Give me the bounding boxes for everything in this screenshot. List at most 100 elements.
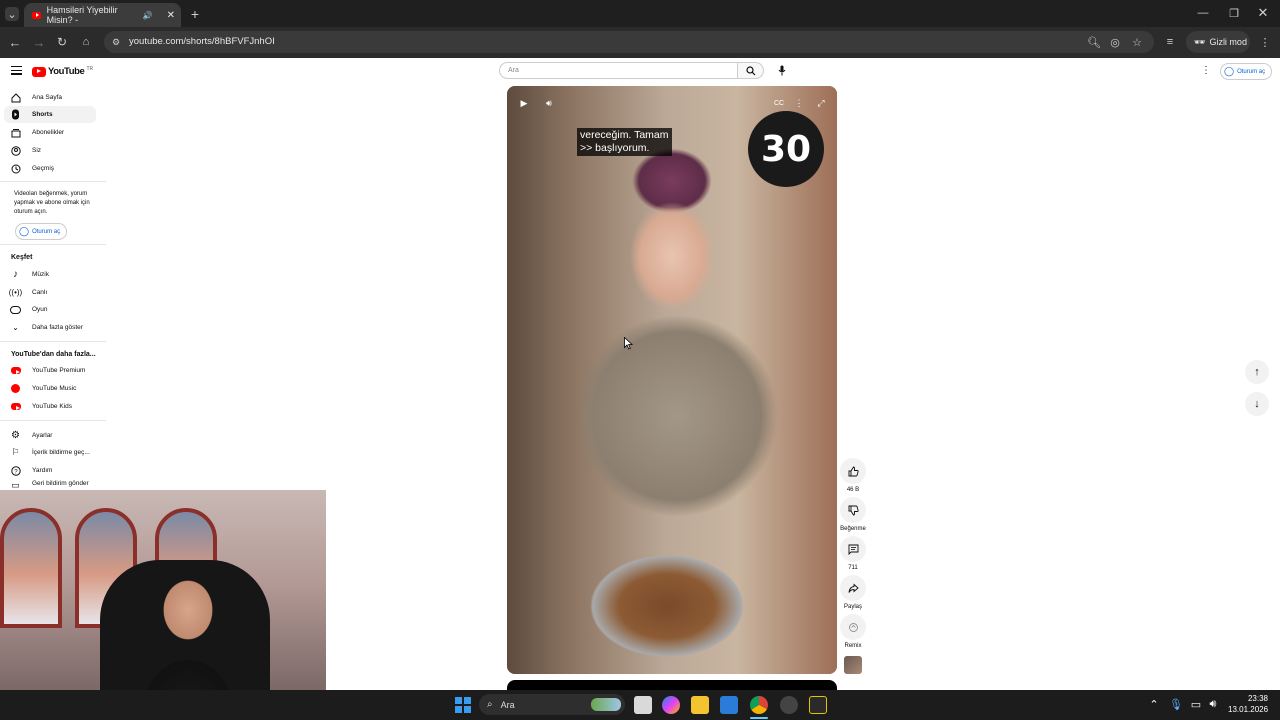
sidebar-item-history[interactable]: Geçmiş: [4, 160, 96, 177]
like-button[interactable]: 46 B: [840, 458, 866, 493]
sidebar-item-music[interactable]: ♪ Müzik: [4, 266, 96, 283]
remix-icon: [840, 614, 866, 640]
sidebar-divider: [0, 420, 106, 421]
restore-icon[interactable]: ❐: [1227, 6, 1241, 20]
youtube-kids-icon: [10, 401, 21, 412]
volume-icon[interactable]: 🔊︎: [540, 94, 558, 112]
task-view-icon[interactable]: [634, 696, 652, 714]
home-icon: [10, 92, 21, 103]
sidebar-item-you[interactable]: Siz: [4, 142, 96, 159]
remix-button[interactable]: Remix: [840, 614, 866, 649]
sidebar-item-report-history[interactable]: ⚐ İçerik bildirme geç...: [4, 444, 96, 461]
signin-button-header[interactable]: ◯ Oturum aç: [1220, 63, 1273, 80]
share-button[interactable]: Paylaş: [840, 575, 866, 610]
new-tab-icon[interactable]: +: [188, 6, 202, 22]
youtube-favicon-icon: [32, 11, 41, 19]
sidebar-item-label: Yardım: [32, 467, 53, 474]
home-button-icon[interactable]: ⌂: [79, 35, 93, 49]
sidebar-item-settings[interactable]: ⚙ Ayarlar: [4, 427, 96, 444]
incognito-badge[interactable]: 🕶︎ Gizli mod: [1186, 31, 1250, 53]
sidebar-item-label: Siz: [32, 147, 42, 154]
live-icon: ((•)): [8, 288, 23, 297]
streamer-webcam-overlay: [0, 490, 326, 720]
zoom-icon[interactable]: 🔍︎: [1087, 35, 1101, 49]
bookmark-star-icon[interactable]: ☆: [1130, 35, 1144, 49]
search-highlight-image: [591, 698, 621, 711]
sidebar-item-subscriptions[interactable]: Abonelikler: [4, 124, 96, 141]
taskbar-search-label: Ara: [500, 699, 515, 710]
fullscreen-icon[interactable]: ⤢: [812, 94, 830, 112]
sidebar-item-youtube-music[interactable]: YouTube Music: [4, 380, 96, 397]
comments-button[interactable]: 711: [840, 536, 866, 571]
copilot-icon[interactable]: [662, 696, 680, 714]
dislike-button[interactable]: Beğenme: [840, 497, 866, 532]
previous-short-button[interactable]: ↑: [1245, 360, 1269, 384]
sound-thumbnail[interactable]: [844, 656, 862, 674]
mic-tray-icon[interactable]: 🎙︎: [1169, 698, 1183, 711]
comment-icon: [840, 536, 866, 562]
taskbar-search[interactable]: ⌕ Ara: [479, 694, 625, 715]
close-window-icon[interactable]: ✕: [1256, 5, 1270, 20]
sidebar-item-show-more[interactable]: ⌄ Daha fazla göster: [4, 319, 96, 336]
eye-off-icon[interactable]: ◎: [1108, 35, 1122, 49]
site-info-icon[interactable]: ⚙: [110, 35, 122, 49]
youtube-logo-icon: [32, 66, 46, 77]
voice-search-button[interactable]: [774, 62, 790, 79]
sidebar-item-home[interactable]: Ana Sayfa: [4, 89, 96, 106]
sidebar-item-youtube-premium[interactable]: YouTube Premium: [4, 362, 96, 379]
sidebar-item-label: Müzik: [32, 271, 49, 278]
incognito-label: Gizli mod: [1209, 37, 1247, 47]
browser-menu-icon[interactable]: ⋮: [1259, 35, 1271, 49]
network-icon[interactable]: ▭: [1190, 698, 1202, 711]
microsoft-store-icon[interactable]: [720, 696, 738, 714]
sidebar-item-live[interactable]: ((•)) Canlı: [4, 284, 96, 301]
browser-tab-active[interactable]: Hamsileri Yiyebilir Misin? - 🔊 ✕: [24, 3, 181, 27]
close-tab-icon[interactable]: ✕: [167, 10, 175, 21]
sidebar-signin-button[interactable]: ◯ Oturum aç: [15, 223, 68, 240]
sidebar-divider: [0, 244, 106, 245]
thumbs-up-icon: [840, 458, 866, 484]
media-control-icon[interactable]: ≡: [1163, 35, 1177, 49]
speaker-icon[interactable]: 🔊: [143, 11, 153, 20]
file-explorer-icon[interactable]: [691, 696, 709, 714]
sidebar-item-label: Shorts: [32, 111, 53, 118]
tab-search-icon[interactable]: ⌄: [5, 7, 19, 21]
sidebar-item-youtube-kids[interactable]: YouTube Kids: [4, 398, 96, 415]
back-icon[interactable]: ←: [8, 35, 22, 50]
clock-time: 23:38: [1247, 694, 1268, 703]
search-button[interactable]: [738, 62, 764, 79]
tray-chevron-up-icon[interactable]: ⌃: [1148, 698, 1160, 711]
chrome-icon[interactable]: [750, 696, 768, 714]
obs-icon[interactable]: [780, 696, 798, 714]
taskbar-clock[interactable]: 23:38 13.01.2026: [1228, 693, 1268, 715]
windows-start-icon[interactable]: [455, 697, 471, 713]
volume-tray-icon[interactable]: 🔊︎: [1207, 698, 1219, 710]
app-icon[interactable]: [809, 696, 827, 714]
minimize-icon[interactable]: —: [1196, 6, 1210, 20]
next-short-button[interactable]: ↓: [1245, 392, 1269, 416]
gaming-icon: [10, 304, 21, 315]
sidebar-item-shorts[interactable]: Shorts: [4, 106, 96, 123]
sidebar-item-label: Geri bildirim gönder: [32, 480, 89, 487]
sidebar-item-help[interactable]: ? Yardım: [4, 462, 96, 479]
next-short-preview[interactable]: [507, 680, 837, 690]
youtube-logo[interactable]: YouTube TR: [32, 66, 93, 77]
search-input[interactable]: Ara: [499, 62, 738, 79]
sidebar-item-gaming[interactable]: Oyun: [4, 301, 96, 318]
subscriptions-icon: [10, 127, 21, 138]
sidebar-item-feedback[interactable]: ▭ Geri bildirim gönder: [4, 480, 96, 490]
incognito-icon: 🕶︎: [1194, 36, 1206, 47]
play-icon[interactable]: ▶: [515, 94, 533, 112]
forward-icon[interactable]: →: [32, 35, 46, 50]
more-options-icon[interactable]: ⋮: [790, 94, 808, 112]
hamburger-menu-icon[interactable]: [11, 65, 22, 76]
captions-icon[interactable]: CC: [770, 94, 788, 112]
sidebar-divider: [0, 341, 106, 342]
webcam-window-left: [0, 508, 62, 628]
microphone-icon: [778, 65, 786, 76]
video-subtitle: vereceğim. Tamam >> başlıyorum.: [577, 128, 672, 156]
reload-icon[interactable]: ↻: [55, 35, 69, 49]
arrow-down-icon: ↓: [1254, 398, 1260, 410]
subtitle-line-1: vereceğim. Tamam: [580, 129, 669, 141]
settings-dots-icon[interactable]: ⋮: [1201, 65, 1211, 77]
